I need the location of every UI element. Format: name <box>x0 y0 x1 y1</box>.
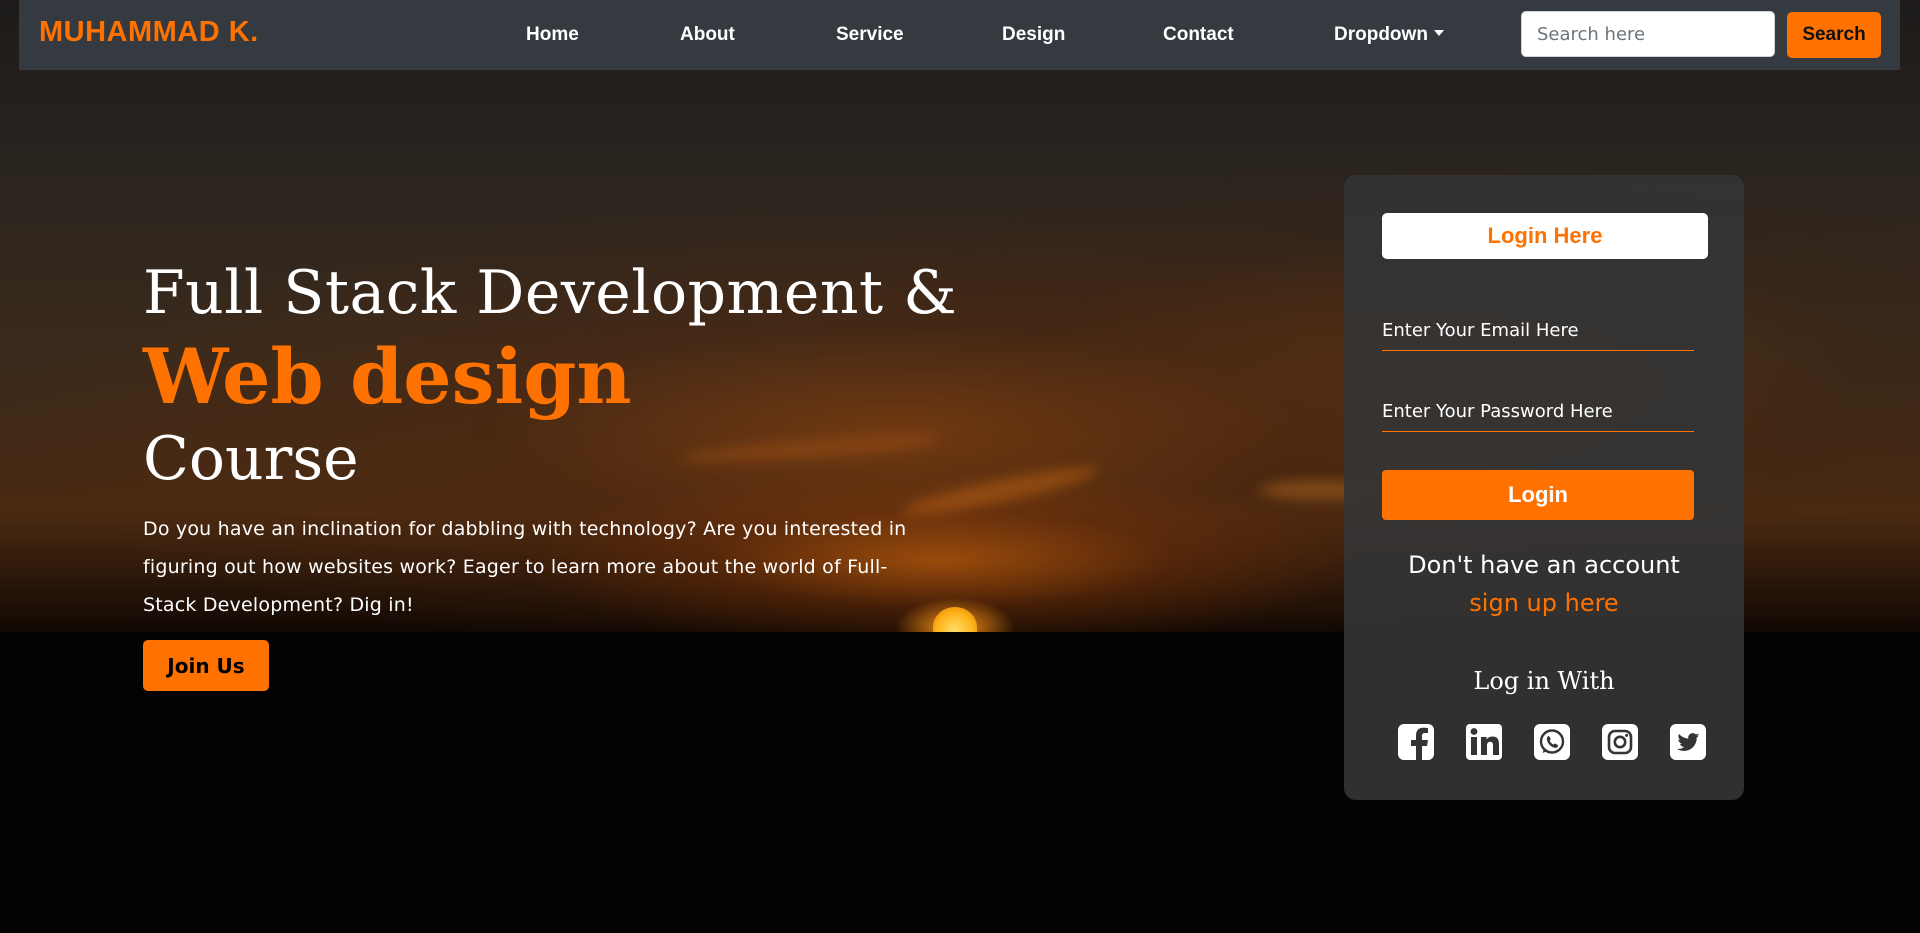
nav-dropdown-label: Dropdown <box>1334 24 1428 45</box>
login-with-label: Log in With <box>1473 667 1615 695</box>
linkedin-icon[interactable] <box>1464 722 1504 762</box>
nav-dropdown[interactable]: Dropdown <box>1334 24 1444 46</box>
hero-title-line3: Course <box>143 424 359 494</box>
nav-home[interactable]: Home <box>526 24 579 46</box>
no-account-text: Don't have an account <box>1408 551 1680 579</box>
nav-contact[interactable]: Contact <box>1163 24 1234 46</box>
caret-down-icon <box>1433 29 1444 36</box>
email-field[interactable] <box>1382 311 1694 351</box>
nav-service[interactable]: Service <box>836 24 904 46</box>
login-heading: Login Here <box>1382 213 1708 259</box>
navbar: MUHAMMAD K. Home About Service Design Co… <box>19 0 1900 70</box>
search-button[interactable]: Search <box>1787 12 1881 58</box>
signup-link[interactable]: sign up here <box>1344 589 1744 617</box>
whatsapp-icon[interactable] <box>1532 722 1572 762</box>
facebook-icon[interactable] <box>1396 722 1436 762</box>
login-card: Login Here Login Don't have an account s… <box>1344 175 1744 800</box>
instagram-icon[interactable] <box>1600 722 1640 762</box>
hero-title-highlight: Web design <box>143 332 632 421</box>
twitter-icon[interactable] <box>1668 722 1708 762</box>
login-button[interactable]: Login <box>1382 470 1694 520</box>
password-field[interactable] <box>1382 392 1694 432</box>
search-input[interactable] <box>1521 11 1775 57</box>
hero-description: Do you have an inclination for dabbling … <box>143 518 907 616</box>
nav-about[interactable]: About <box>680 24 735 46</box>
nav-design[interactable]: Design <box>1002 24 1065 46</box>
social-login-icons <box>1344 722 1744 766</box>
hero-title-line1: Full Stack Development & <box>143 258 958 328</box>
join-us-button[interactable]: Join Us <box>143 640 269 691</box>
